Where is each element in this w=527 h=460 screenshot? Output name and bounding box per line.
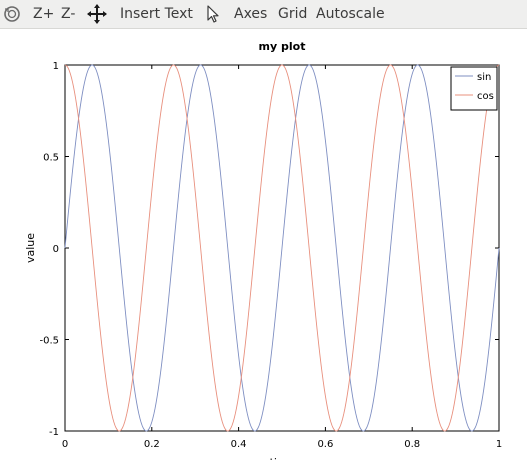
x-axis-label: time	[270, 456, 295, 460]
x-tick-label: 0.6	[317, 439, 333, 450]
series-line-sin	[64, 64, 500, 432]
x-tick-label: 1	[496, 439, 502, 450]
zoom-out-button[interactable]: Z-	[61, 4, 75, 24]
y-tick-label: -1	[49, 427, 59, 438]
y-tick-label: -0.5	[39, 336, 59, 347]
rotate-icon[interactable]	[1, 3, 23, 25]
insert-text-button[interactable]: Insert Text	[120, 4, 193, 24]
toolbar: Z+ Z- Insert Text Axes Grid Autoscale	[0, 0, 527, 29]
plot-window: Z+ Z- Insert Text Axes Grid Autoscale my…	[0, 0, 527, 460]
pan-icon[interactable]	[86, 3, 108, 25]
y-tick-label: 0.5	[43, 153, 59, 164]
legend-label-sin: sin	[477, 72, 491, 83]
plot-title: my plot	[259, 40, 306, 53]
x-tick-label: 0.4	[231, 439, 247, 450]
figure-area: my plot 0 0.2 0.4 0.6 0.8 1 1 0.5 0 -0.5 -1 value …	[0, 29, 527, 460]
x-tick-label: 0	[62, 439, 68, 450]
legend-label-cos: cos	[477, 91, 494, 102]
x-tick-label: 0.8	[404, 439, 420, 450]
grid-button[interactable]: Grid	[278, 4, 307, 24]
autoscale-button[interactable]: Autoscale	[316, 4, 385, 24]
legend[interactable]: sin cos	[450, 66, 498, 111]
x-tick-label: 0.2	[144, 439, 160, 450]
y-tick-label: 1	[53, 61, 59, 72]
zoom-in-button[interactable]: Z+	[33, 4, 54, 24]
y-tick-label: 0	[53, 244, 59, 255]
pointer-icon[interactable]	[202, 3, 224, 25]
axes-button[interactable]: Axes	[234, 4, 267, 24]
plot-canvas: my plot 0 0.2 0.4 0.6 0.8 110.50-0.5-1 value …	[24, 40, 502, 460]
y-axis-label: value	[24, 233, 37, 263]
